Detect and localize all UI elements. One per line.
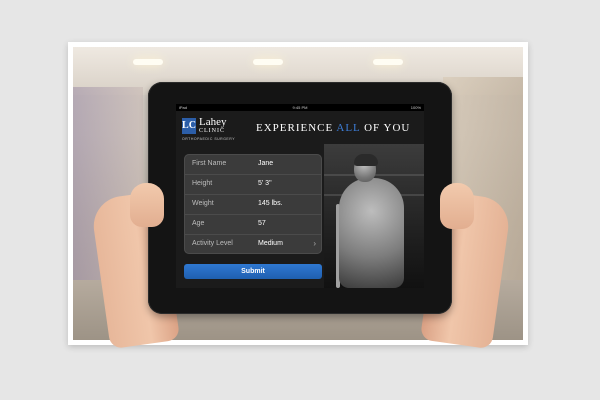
brand-name: Lahey (199, 116, 227, 128)
swim-cap (354, 154, 378, 166)
headline-part1: EXPERIENCE (256, 122, 337, 134)
weight-field[interactable]: 145 lbs. (258, 200, 283, 207)
brand-tagline: ORTHOPAEDIC SURGERY (182, 137, 236, 141)
right-thumb (440, 183, 474, 229)
field-label: Height (192, 180, 213, 187)
lahey-logo-mark: LC (182, 118, 196, 134)
headline: EXPERIENCE ALL OF YOU (256, 122, 410, 134)
age-field[interactable]: 57 (258, 220, 266, 227)
ceiling-light (373, 59, 403, 65)
status-bar: iPad 9:45 PM 100% (176, 104, 424, 111)
ceiling-light (253, 59, 283, 65)
battery-indicator: 100% (410, 105, 421, 110)
tablet-screen: iPad 9:45 PM 100% LC Lahey CLINIC ORTHOP… (176, 104, 424, 288)
submit-button[interactable]: Submit (184, 264, 322, 279)
headline-part2: OF YOU (360, 122, 411, 134)
form-row-weight[interactable]: Weight 145 lbs. (184, 194, 322, 215)
chevron-right-icon: › (313, 239, 316, 248)
form-row-first-name[interactable]: First Name Jane (184, 154, 322, 175)
form-row-age[interactable]: Age 57 (184, 214, 322, 235)
headline-accent: ALL (336, 122, 361, 134)
swimmer-body (339, 178, 404, 288)
swimmer-photo (324, 144, 424, 288)
field-label: Age (192, 220, 205, 227)
left-thumb (130, 183, 164, 227)
status-time: 9:45 PM (292, 105, 308, 110)
field-label: Activity Level (192, 240, 233, 247)
first-name-field[interactable]: Jane (258, 160, 273, 167)
form-row-activity-level[interactable]: Activity Level Medium › (184, 234, 322, 254)
field-label: Weight (192, 200, 214, 207)
ceiling-light (133, 59, 163, 65)
height-field[interactable]: 5' 3" (258, 180, 272, 187)
activity-level-select[interactable]: Medium (258, 240, 283, 247)
patient-form: First Name Jane Height 5' 3" Weight 145 … (184, 154, 322, 254)
field-label: First Name (192, 160, 227, 167)
brand-sub: CLINIC (199, 128, 225, 134)
lahey-logo-text: Lahey CLINIC (199, 117, 226, 135)
form-row-height[interactable]: Height 5' 3" (184, 174, 322, 195)
